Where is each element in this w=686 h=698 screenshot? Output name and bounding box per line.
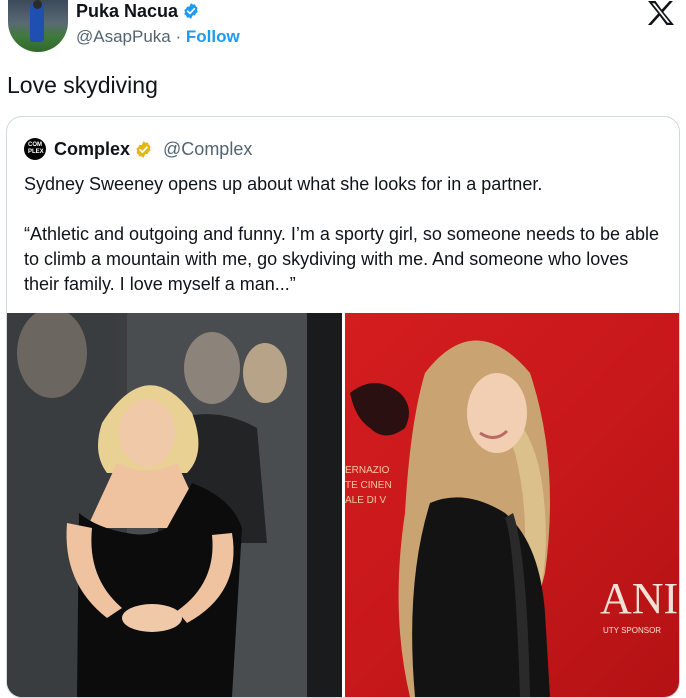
quoted-paragraph: Sydney Sweeney opens up about what she l… [24, 174, 543, 194]
author-handle[interactable]: @AsapPuka [76, 27, 171, 46]
quoted-author-handle[interactable]: @Complex [163, 139, 252, 160]
photo-right-red-carpet[interactable]: ERNAZIO TE CINEN ALE DI V ANI UTY SPONSO… [345, 313, 679, 697]
complex-avatar-text: COM PLEX [28, 142, 44, 155]
photo-left-black-dress[interactable] [7, 313, 342, 697]
avatar-figure-head [33, 0, 42, 9]
author-name-row: Puka Nacua [76, 0, 200, 22]
x-logo-icon[interactable] [646, 0, 676, 26]
quoted-tweet-text: Sydney Sweeney opens up about what she l… [24, 172, 664, 297]
photo-left-illustration [7, 313, 342, 697]
author-display-name[interactable]: Puka Nacua [76, 1, 178, 22]
handle-separator: · [175, 27, 182, 46]
quoted-author-row: COM PLEX Complex @Complex [24, 138, 252, 160]
quoted-paragraph: “Athletic and outgoing and funny. I’m a … [24, 224, 660, 294]
photo-right-illustration: ERNAZIO TE CINEN ALE DI V ANI UTY SPONSO… [345, 340, 678, 697]
author-avatar[interactable] [8, 0, 68, 52]
verified-badge-blue-icon [184, 3, 198, 19]
tweet-text: Love skydiving [7, 72, 158, 98]
quoted-author-name[interactable]: Complex [54, 139, 130, 160]
author-handle-row: @AsapPuka · Follow [76, 27, 240, 47]
backdrop-text: ERNAZIO [345, 465, 390, 476]
backdrop-text: TE CINEN [345, 480, 392, 491]
quoted-tweet-card[interactable]: COM PLEX Complex @Complex Sydney Sweeney… [6, 116, 680, 698]
backdrop-text: ALE DI V [345, 495, 386, 506]
follow-button[interactable]: Follow [186, 27, 240, 46]
sponsor-subtext: UTY SPONSOR [603, 626, 661, 635]
verified-badge-gold-icon [136, 140, 151, 158]
complex-avatar[interactable]: COM PLEX [24, 138, 46, 160]
sponsor-logo: ANI [600, 574, 678, 623]
